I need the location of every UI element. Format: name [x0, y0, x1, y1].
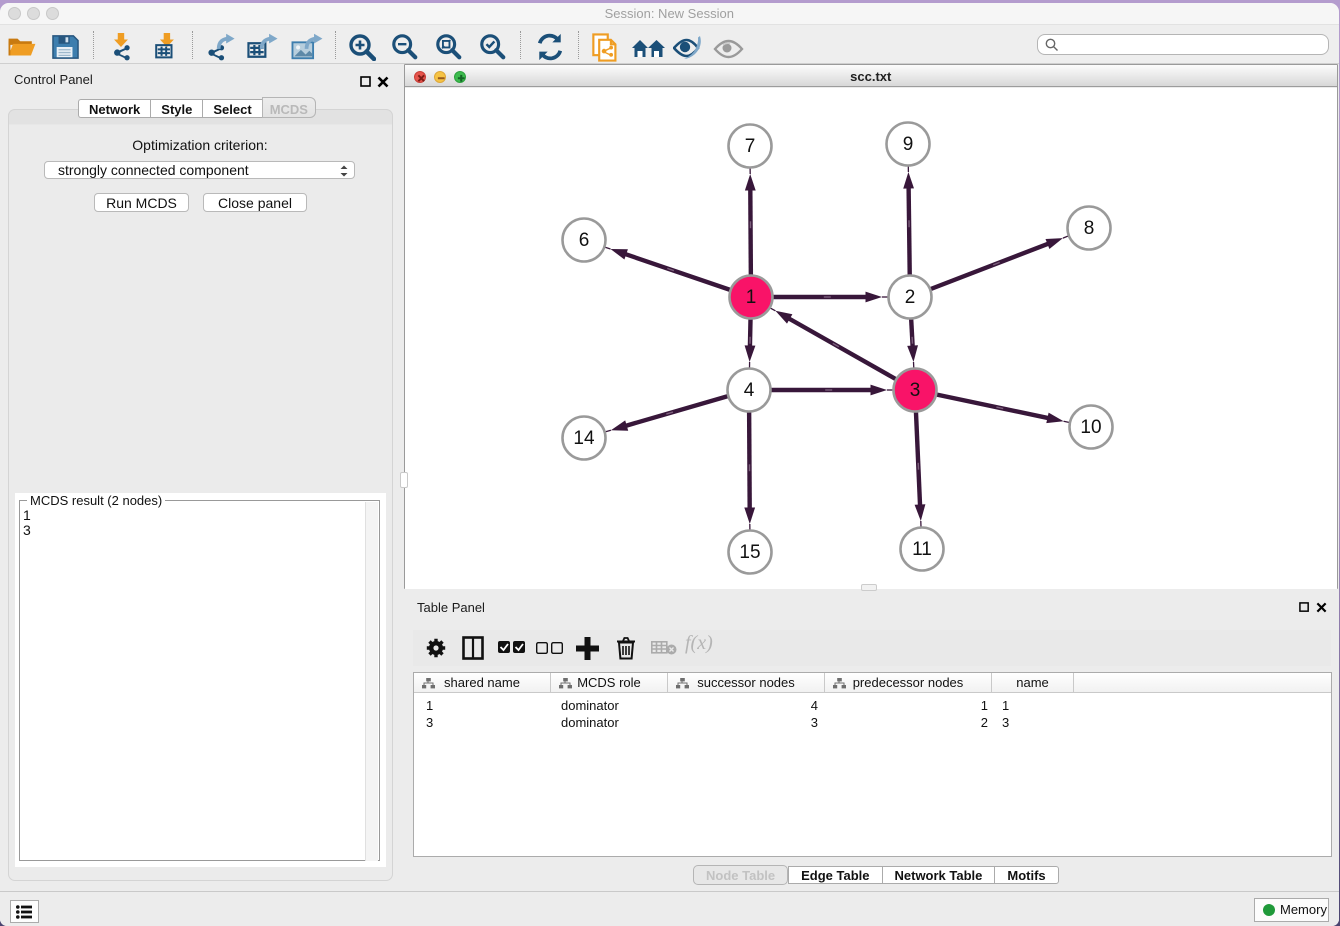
svg-text:9: 9 — [903, 134, 914, 155]
svg-text:14: 14 — [573, 428, 595, 449]
svg-text:1: 1 — [746, 287, 757, 308]
svg-text:6: 6 — [579, 230, 590, 251]
svg-text:4: 4 — [744, 380, 755, 401]
svg-text:10: 10 — [1080, 417, 1101, 438]
svg-text:15: 15 — [739, 542, 760, 563]
svg-text:8: 8 — [1084, 218, 1095, 239]
svg-text:2: 2 — [905, 287, 916, 308]
svg-text:7: 7 — [745, 136, 756, 157]
svg-text:11: 11 — [912, 539, 932, 560]
svg-text:3: 3 — [910, 380, 921, 401]
